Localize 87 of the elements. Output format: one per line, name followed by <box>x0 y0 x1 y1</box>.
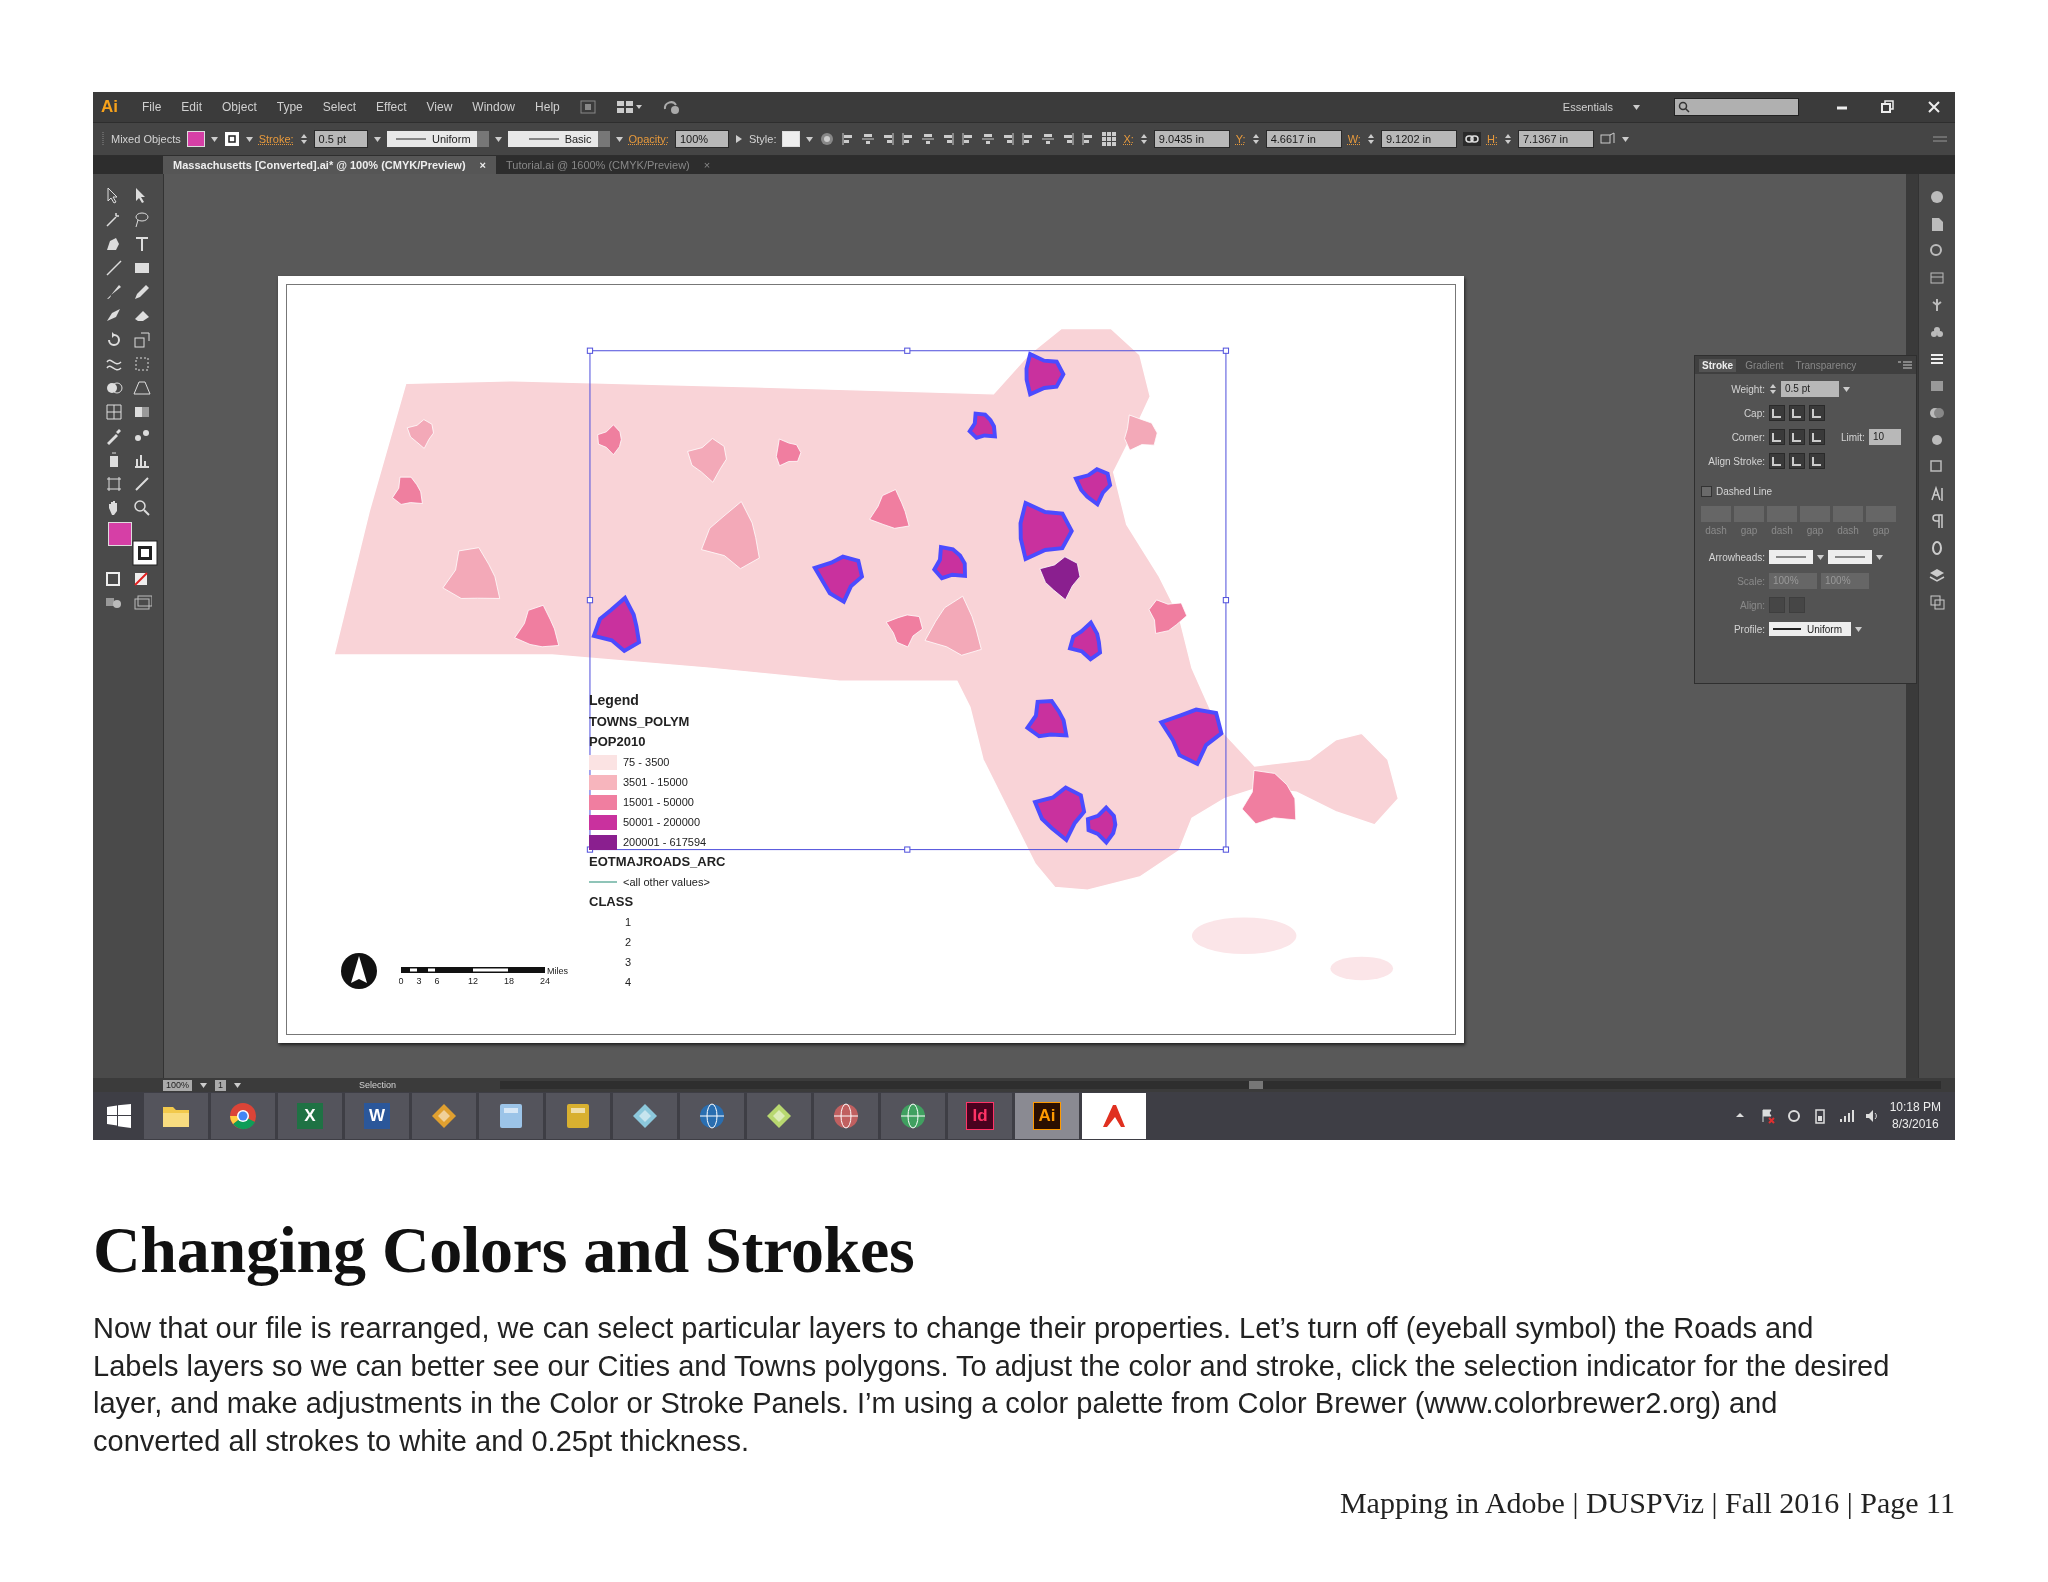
taskbar-button[interactable]: Id <box>948 1093 1012 1139</box>
profile-dropdown[interactable]: Uniform <box>1769 622 1851 636</box>
scale-label: 12 <box>468 976 478 986</box>
legend-label: 1 <box>624 915 633 930</box>
document-tab[interactable]: Massachusetts [Converted].ai* @ 100% (CMYK/Preview) × <box>163 156 496 174</box>
field-label: Cap: <box>1742 407 1765 419</box>
brush-dropdown[interactable]: Basic <box>507 131 610 147</box>
scale-label: 6 <box>434 976 440 986</box>
scale-unit: Miles <box>547 966 568 976</box>
field-name: CLASS <box>589 893 635 911</box>
scale-label: 24 <box>540 976 550 986</box>
limit-label: Limit: <box>1841 431 1865 443</box>
field-name: POP2010 <box>589 733 647 751</box>
document-tab[interactable]: Tutorial.ai @ 1600% (CMYK/Preview) × <box>496 156 721 174</box>
taskbar-button[interactable]: Ai <box>1015 1093 1079 1139</box>
legend-label: 50001 - 200000 <box>623 815 701 830</box>
legend-label: 15001 - 50000 <box>623 795 694 810</box>
legend-label: 4 <box>624 975 633 990</box>
brush-name: Basic <box>564 133 592 145</box>
opacity-field[interactable]: 100% <box>674 130 729 148</box>
menu-item[interactable]: File <box>142 100 162 114</box>
legend-label: 3 <box>624 955 633 970</box>
field-label: Profile: <box>1732 623 1765 635</box>
tab-title: Tutorial.ai @ 1600% (CMYK/Preview) <box>506 159 690 171</box>
tab-title: Massachusetts [Converted].ai* @ 100% (CMYK/Preview) <box>173 159 466 171</box>
app-icon[interactable]: Id <box>966 1102 994 1130</box>
clock-date: 8/3/2016 <box>1891 1116 1939 1133</box>
scale-label: 3 <box>416 976 422 986</box>
app-icon[interactable]: X <box>297 1103 323 1129</box>
coordinate-label: X: <box>1123 133 1134 145</box>
current-tool[interactable]: Selection <box>359 1080 397 1090</box>
zoom-field[interactable]: 100% <box>163 1079 193 1091</box>
scale-label: 18 <box>504 976 514 986</box>
style-label: Style: <box>748 133 777 145</box>
coordinate-field[interactable]: 7.1367 in <box>1517 130 1594 148</box>
coordinate-field[interactable]: 4.6617 in <box>1265 130 1342 148</box>
taskbar-button[interactable]: X <box>278 1093 342 1139</box>
artboard-field[interactable]: 1 <box>215 1079 227 1091</box>
field-label: Corner: <box>1730 431 1765 443</box>
legend-title: Legend <box>589 691 640 710</box>
stroke-weight-field[interactable]: 0.5 pt <box>313 130 368 148</box>
app-icon[interactable]: Ai <box>1033 1102 1061 1130</box>
profile-name: Uniform <box>1807 623 1842 635</box>
limit-field[interactable]: 10 <box>1868 429 1901 445</box>
legend-label: 200001 - 617594 <box>623 835 707 850</box>
legend-label: 2 <box>624 935 633 950</box>
coordinate-field[interactable]: 9.1202 in <box>1380 130 1457 148</box>
selection-label: Mixed Objects <box>111 133 181 145</box>
field-label: Weight: <box>1730 383 1765 395</box>
coordinate-label: W: <box>1347 133 1361 145</box>
legend-label: <all other values> <box>623 875 710 890</box>
menu-item[interactable]: Help <box>535 100 560 114</box>
app-icon[interactable]: W <box>364 1103 390 1129</box>
panel-tab[interactable]: Stroke <box>1699 358 1737 372</box>
coordinate-label: H: <box>1486 133 1498 145</box>
stroke-label[interactable]: Stroke: <box>258 133 294 145</box>
taskbar-button[interactable]: W <box>345 1093 409 1139</box>
close-button[interactable]: × <box>703 159 711 171</box>
legend-label: 75 - 3500 <box>623 755 670 770</box>
app-logo: Ai <box>101 97 118 117</box>
body-paragraph: Now that our file is rearranged, we can select particular layers to change their properties. Let’s turn off (eyeball symbol) the Roads and Labels layers so we can better see our Cities and Towns polygons. To adjust the color and stroke, click the selection indicator for the desired layer, and make adjustments in the Color or Stroke Panels. I’m using a color palette from Color Brewer (www.colorbrewer2.org) and converted all strokes to white and 0.25pt thickness. <box>93 1311 1891 1459</box>
menu-item[interactable]: Type <box>276 100 303 114</box>
coordinate-field[interactable]: 9.0435 in <box>1153 130 1230 148</box>
page-footer: Mapping in Adobe | DUSPViz | Fall 2016 | Page 11 <box>1339 1486 1955 1520</box>
close-button[interactable]: × <box>479 159 486 171</box>
menu-item[interactable]: Select <box>322 100 357 114</box>
opacity-label[interactable]: Opacity: <box>628 133 669 145</box>
layer-name: EOTMAJROADS_ARC <box>589 853 726 871</box>
legend-label: 3501 - 15000 <box>623 775 688 790</box>
scale-label: 0 <box>399 976 404 986</box>
weight-field[interactable]: 0.5 pt <box>1781 381 1839 397</box>
variable-width-profile-dropdown[interactable]: Uniform <box>386 131 489 147</box>
page-heading: Changing Colors and Strokes <box>93 1212 916 1288</box>
menu-item[interactable]: View <box>426 100 453 114</box>
menu-item[interactable]: Object <box>222 100 257 114</box>
profile-name: Uniform <box>432 133 471 145</box>
menu-item[interactable]: Window <box>472 100 516 114</box>
checkbox-label: Dashed Line <box>1716 485 1773 497</box>
layer-name: TOWNS_POLYM <box>589 713 691 731</box>
field-label: Arrowheads: <box>1707 551 1765 563</box>
workspace-switcher[interactable]: Essentials <box>1562 101 1613 113</box>
coordinate-label: Y: <box>1235 133 1246 145</box>
field-label: Align Stroke: <box>1707 455 1765 467</box>
menu-item[interactable]: Effect <box>376 100 407 114</box>
clock-time: 10:18 PM <box>1889 1099 1941 1116</box>
menu-item[interactable]: Edit <box>181 100 203 114</box>
clock[interactable]: 10:18 PM 8/3/2016 <box>1889 1099 1941 1133</box>
